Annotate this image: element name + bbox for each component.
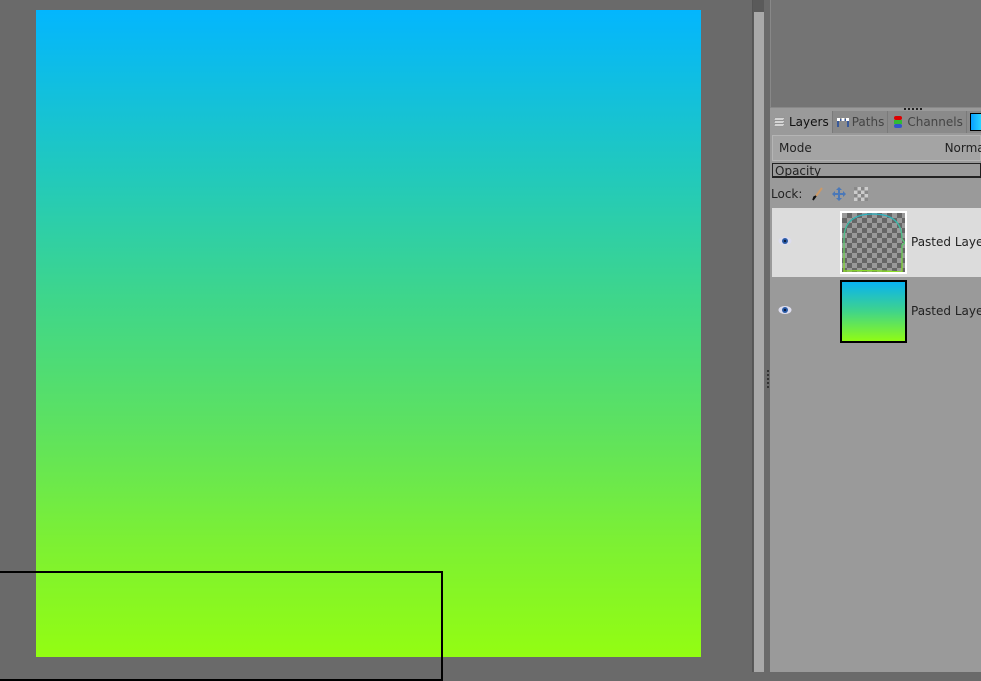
eye-visibility-icon[interactable]	[778, 236, 792, 246]
upper-dock-area	[770, 0, 981, 108]
mode-dropdown[interactable]: Mode Normal	[772, 135, 981, 161]
tab-layers[interactable]: Layers	[770, 111, 833, 133]
gradients-icon	[969, 113, 981, 131]
layers-dock: Layers Paths Channels G Mode Normal Opac…	[770, 0, 981, 672]
tab-paths[interactable]: Paths	[833, 111, 889, 133]
image-canvas-area[interactable]	[0, 0, 750, 681]
layers-icon	[773, 117, 786, 127]
layer-outline-shape	[843, 213, 905, 272]
layers-list: Pasted Layer Pasted Layer	[772, 208, 981, 346]
tab-channels[interactable]: Channels	[888, 111, 967, 133]
rectangle-selection[interactable]	[0, 571, 443, 681]
lock-position-move-icon[interactable]	[832, 187, 847, 201]
channels-icon	[894, 116, 903, 128]
layer-thumbnail	[840, 211, 907, 274]
eye-visibility-icon[interactable]	[778, 305, 792, 315]
tab-gradients[interactable]: G	[967, 111, 981, 133]
dock-tabs: Layers Paths Channels G	[770, 111, 981, 133]
opacity-slider[interactable]: Opacity	[772, 163, 981, 178]
lock-pixels-brush-icon[interactable]	[810, 187, 824, 201]
scrollbar-thumb[interactable]	[754, 12, 764, 672]
layer-row[interactable]: Pasted Layer	[772, 277, 981, 346]
vertical-scrollbar[interactable]	[752, 0, 764, 672]
layer-thumbnail	[840, 280, 907, 343]
image-canvas[interactable]	[36, 10, 701, 657]
paths-icon	[836, 118, 849, 127]
layer-row[interactable]: Pasted Layer	[772, 208, 981, 277]
lock-alpha-checker-icon[interactable]	[854, 187, 869, 201]
lock-row: Lock:	[770, 184, 869, 204]
